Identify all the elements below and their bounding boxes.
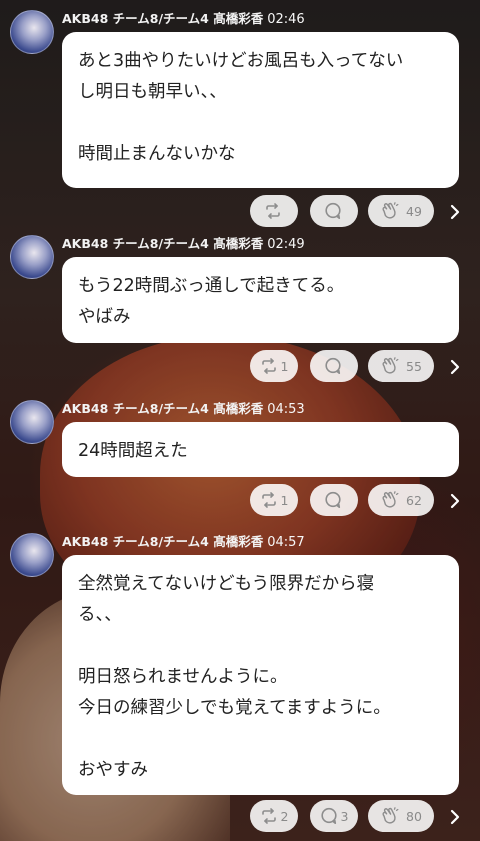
repost-button[interactable] [250, 195, 298, 227]
repost-icon [264, 203, 282, 219]
post-header: AKB48 チーム8/チーム4 髙橋彩香 02:49 [62, 233, 305, 252]
post-header: AKB48 チーム8/チーム4 髙橋彩香 04:57 [62, 531, 305, 550]
avatar[interactable] [10, 235, 54, 279]
post-header: AKB48 チーム8/チーム4 髙橋彩香 04:53 [62, 398, 305, 417]
chevron-right-icon[interactable] [448, 807, 462, 827]
repost-icon [260, 492, 278, 508]
comment-button[interactable]: 3 [310, 800, 358, 832]
clap-icon [380, 491, 400, 509]
post-time: 04:53 [267, 402, 305, 417]
author-name[interactable]: AKB48 チーム8/チーム4 髙橋彩香 [62, 11, 263, 26]
post-actions: 49 [0, 195, 480, 229]
author-name[interactable]: AKB48 チーム8/チーム4 髙橋彩香 [62, 401, 263, 416]
clap-icon [380, 202, 400, 220]
comment-button[interactable] [310, 350, 358, 382]
post-bubble: 24時間超えた [62, 422, 459, 477]
post-actions: 1 62 [0, 484, 480, 518]
repost-button[interactable]: 2 [250, 800, 298, 832]
comment-icon [324, 202, 342, 220]
chevron-right-icon[interactable] [448, 357, 462, 377]
like-count: 62 [406, 492, 422, 508]
clap-icon [380, 357, 400, 375]
repost-count: 1 [280, 492, 289, 508]
post-item: AKB48 チーム8/チーム4 髙橋彩香 04:53 24時間超えた 1 62 [0, 398, 480, 518]
comment-button[interactable] [310, 195, 358, 227]
post-bubble: もう22時間ぶっ通しで起きてる。 やばみ [62, 257, 459, 343]
chevron-right-icon[interactable] [448, 202, 462, 222]
repost-button[interactable]: 1 [250, 350, 298, 382]
avatar[interactable] [10, 533, 54, 577]
comment-button[interactable] [310, 484, 358, 516]
like-count: 55 [406, 358, 422, 374]
comment-icon [320, 807, 338, 825]
like-button[interactable]: 62 [368, 484, 434, 516]
chevron-right-icon[interactable] [448, 491, 462, 511]
post-header: AKB48 チーム8/チーム4 髙橋彩香 02:46 [62, 8, 305, 27]
repost-button[interactable]: 1 [250, 484, 298, 516]
post-bubble: あと3曲やりたいけどお風呂も入ってない し明日も朝早い、、 時間止まんないかな [62, 32, 459, 188]
comment-icon [324, 491, 342, 509]
like-button[interactable]: 55 [368, 350, 434, 382]
repost-icon [260, 358, 278, 374]
author-name[interactable]: AKB48 チーム8/チーム4 髙橋彩香 [62, 236, 263, 251]
like-button[interactable]: 80 [368, 800, 434, 832]
post-actions: 1 55 [0, 350, 480, 384]
post-time: 02:49 [267, 237, 305, 252]
repost-count: 2 [280, 808, 289, 824]
comment-icon [324, 357, 342, 375]
comment-count: 3 [340, 808, 349, 824]
avatar[interactable] [10, 400, 54, 444]
post-bubble: 全然覚えてないけどもう限界だから寝 る、、 明日怒られませんように。 今日の練習… [62, 555, 459, 795]
repost-count: 1 [280, 358, 289, 374]
clap-icon [380, 807, 400, 825]
like-button[interactable]: 49 [368, 195, 434, 227]
post-time: 02:46 [267, 12, 305, 27]
like-count: 49 [406, 203, 422, 219]
author-name[interactable]: AKB48 チーム8/チーム4 髙橋彩香 [62, 534, 263, 549]
like-count: 80 [406, 808, 422, 824]
post-item: AKB48 チーム8/チーム4 髙橋彩香 04:57 全然覚えてないけどもう限界だ… [0, 531, 480, 834]
post-actions: 2 3 80 [0, 800, 480, 834]
avatar[interactable] [10, 10, 54, 54]
post-item: AKB48 チーム8/チーム4 髙橋彩香 02:49 もう22時間ぶっ通しで起きて… [0, 233, 480, 384]
post-item: AKB48 チーム8/チーム4 髙橋彩香 02:46 あと3曲やりたいけどお風呂も… [0, 8, 480, 229]
repost-icon [260, 808, 278, 824]
post-time: 04:57 [267, 535, 305, 550]
